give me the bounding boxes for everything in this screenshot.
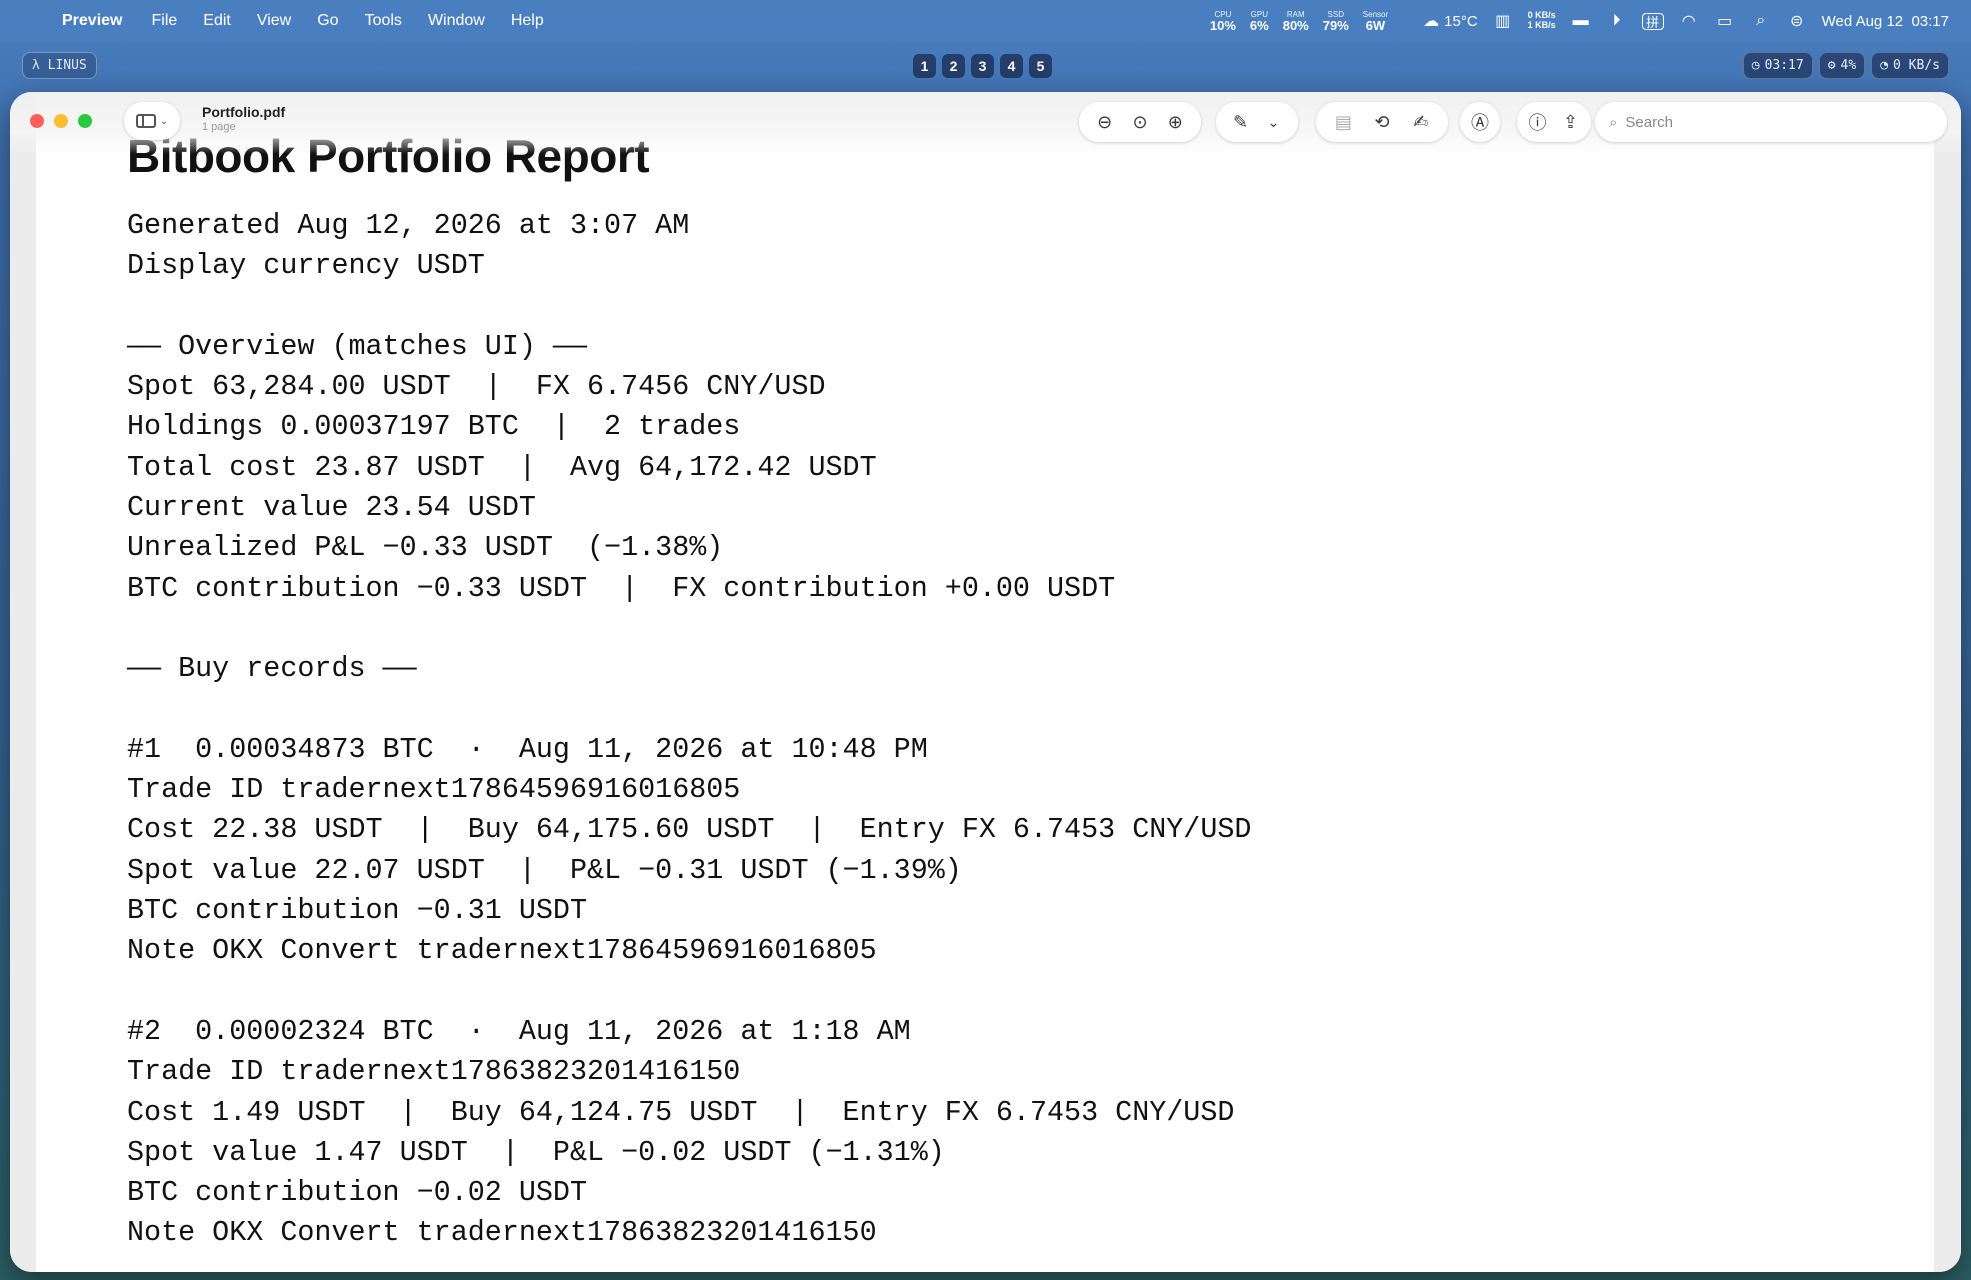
record-line: BTC contribution −0.02 USDT [127, 1176, 588, 1210]
overview-line: Holdings 0.00037197 BTC | 2 trades [127, 410, 741, 444]
record-line: BTC contribution −0.31 USDT [127, 894, 588, 928]
record-line: Cost 1.49 USDT | Buy 64,124.75 USDT | En… [127, 1095, 1235, 1129]
overview-line: Unrealized P&L −0.33 USDT (−1.38%) [127, 531, 724, 565]
record-line: Spot value 22.07 USDT | P&L −0.31 USDT (… [127, 853, 962, 887]
cpu-pill[interactable]: ⚙ 4% [1818, 52, 1866, 79]
menu-help[interactable]: Help [498, 12, 557, 30]
bed-icon[interactable]: ▬ [1570, 12, 1592, 30]
space-1[interactable]: 1 [913, 54, 936, 78]
highlight-icon[interactable]: ▤ [1329, 108, 1357, 136]
rotate-icon[interactable]: ⟲ [1368, 108, 1396, 136]
overview-heading: —— Overview (matches UI) —— [127, 329, 588, 363]
share-icon[interactable]: ⇪ [1557, 108, 1585, 136]
record-line: Trade ID tradernext17864596916016805 [127, 773, 741, 807]
record-line: #2 0.00002324 BTC · Aug 11, 2026 at 1:18… [127, 1014, 911, 1048]
currency-line: Display currency USDT [127, 249, 485, 283]
ram-stat[interactable]: RAM 80% [1283, 10, 1309, 32]
minimize-button[interactable] [54, 114, 68, 128]
page-count: 1 page [202, 121, 236, 133]
search-field[interactable]: ⌕ Search [1595, 102, 1947, 142]
cpu-stat[interactable]: CPU 10% [1210, 10, 1236, 32]
sidebar-toggle-button[interactable]: ⌄ [124, 102, 180, 140]
info-icon[interactable]: ⓘ [1524, 108, 1552, 136]
space-4[interactable]: 4 [1000, 54, 1023, 78]
space-switcher: 1 2 3 4 5 [913, 54, 1052, 78]
generated-line: Generated Aug 12, 2026 at 3:07 AM [127, 209, 690, 242]
record-line: Note OKX Convert tradernext1786459691601… [127, 934, 877, 968]
search-placeholder: Search [1625, 113, 1673, 131]
app-menu[interactable]: Preview [58, 12, 138, 30]
zoom-button[interactable] [78, 114, 92, 128]
window-controls [30, 114, 92, 128]
zoom-controls: ⊖ ⊙ ⊕ [1079, 102, 1201, 142]
info-share-controls: ⓘ ⇪ [1517, 102, 1591, 142]
search-icon[interactable]: ⌕ [1750, 12, 1772, 30]
menu-edit[interactable]: Edit [190, 12, 244, 30]
chevron-down-icon[interactable]: ⌄ [1260, 108, 1288, 136]
buy-record-1: #1 0.00034873 BTC · Aug 11, 2026 at 10:4… [127, 730, 1251, 972]
control-center-icon[interactable]: ⊜ [1786, 12, 1808, 30]
network-pill[interactable]: ◔ 0 KB/s [1871, 52, 1949, 79]
sensor-stat[interactable]: Sensor 6W [1363, 10, 1388, 32]
window-toolbar: ⌄ Portfolio.pdf 1 page ⊖ ⊙ ⊕ ✎ ⌄ ▤ ⟲ ✍ Ⓐ… [10, 92, 1961, 154]
document-content: Bitbook Portfolio Report Generated Aug 1… [127, 128, 1251, 1254]
record-line: Note OKX Convert tradernext1786382320141… [127, 1216, 877, 1250]
overview-line: Total cost 23.87 USDT | Avg 64,172.42 US… [127, 450, 877, 484]
document-filename: Portfolio.pdf [202, 104, 286, 120]
sidebar-icon [135, 114, 156, 128]
wifi-icon[interactable]: ◠ [1678, 12, 1700, 30]
annotate-control: Ⓐ [1460, 102, 1500, 142]
clock-pill[interactable]: ◷ 03:17 [1742, 52, 1813, 79]
gpu-stat[interactable]: GPU 6% [1250, 10, 1269, 32]
overview-line: BTC contribution −0.33 USDT | FX contrib… [127, 571, 1116, 605]
pdf-page: Bitbook Portfolio Report Generated Aug 1… [36, 92, 1934, 1272]
input-method-icon[interactable]: 拼 [1641, 12, 1664, 30]
weather-temp[interactable]: 15°C [1444, 13, 1478, 30]
menu-window[interactable]: Window [415, 12, 498, 30]
buy-record-2: #2 0.00002324 BTC · Aug 11, 2026 at 1:18… [127, 1012, 1251, 1254]
record-line: #1 0.00034873 BTC · Aug 11, 2026 at 10:4… [127, 732, 928, 766]
record-line: Spot value 1.47 USDT | P&L −0.02 USDT (−… [127, 1135, 945, 1169]
window-title[interactable]: Portfolio.pdf 1 page [202, 104, 285, 133]
menu-file[interactable]: File [138, 12, 190, 30]
audio-bars-icon[interactable]: ▥ [1492, 12, 1514, 30]
zoom-out-icon[interactable]: ⊖ [1091, 108, 1119, 136]
chevron-down-icon: ⌄ [159, 115, 169, 127]
space-3[interactable]: 3 [971, 54, 994, 78]
overview-line: Spot 63,284.00 USDT | FX 6.7456 CNY/USD [127, 370, 826, 404]
cloud-icon[interactable]: ☁ [1420, 12, 1442, 30]
clock-icon: ◷ [1751, 58, 1760, 73]
ssd-stat[interactable]: SSD 79% [1323, 10, 1349, 32]
zoom-in-icon[interactable]: ⊕ [1161, 108, 1189, 136]
menu-go[interactable]: Go [304, 12, 351, 30]
network-speed[interactable]: 0 KB/s 1 KB/s [1528, 10, 1556, 31]
signature-icon[interactable]: ✍ [1407, 108, 1435, 136]
menu-tools[interactable]: Tools [352, 12, 415, 30]
markup-controls: ✎ ⌄ [1216, 102, 1298, 142]
record-line: Trade ID tradernext17863823201416150 [127, 1055, 741, 1089]
menubar-clock[interactable]: Wed Aug 12 03:17 [1822, 13, 1949, 30]
play-circle-icon[interactable]: ⏵ [1606, 12, 1628, 30]
pen-icon[interactable]: ✎ [1227, 108, 1255, 136]
space-2[interactable]: 2 [942, 54, 965, 78]
menu-bar: Preview File Edit View Go Tools Window H… [0, 0, 1971, 42]
linus-badge[interactable]: λ LINUS [22, 52, 97, 79]
chip-icon: ⚙ [1827, 58, 1836, 73]
close-button[interactable] [30, 114, 44, 128]
overview-line: Current value 23.54 USDT [127, 491, 536, 525]
search-icon: ⌕ [1609, 113, 1618, 131]
record-line: Cost 22.38 USDT | Buy 64,175.60 USDT | E… [127, 813, 1252, 847]
actual-size-icon[interactable]: ⊙ [1126, 108, 1154, 136]
menu-view[interactable]: View [244, 12, 304, 30]
space-5[interactable]: 5 [1029, 54, 1052, 78]
buy-records-heading: —— Buy records —— [127, 652, 417, 686]
battery-icon[interactable]: ▭ [1714, 12, 1736, 30]
edit-controls: ▤ ⟲ ✍ [1316, 102, 1448, 142]
gauge-icon: ◔ [1880, 58, 1889, 73]
markup-icon[interactable]: Ⓐ [1466, 108, 1494, 136]
preview-window: Bitbook Portfolio Report Generated Aug 1… [10, 92, 1961, 1272]
status-bar: λ LINUS 1 2 3 4 5 ◷ 03:17 ⚙ 4% ◔ 0 KB/s [0, 48, 1971, 82]
